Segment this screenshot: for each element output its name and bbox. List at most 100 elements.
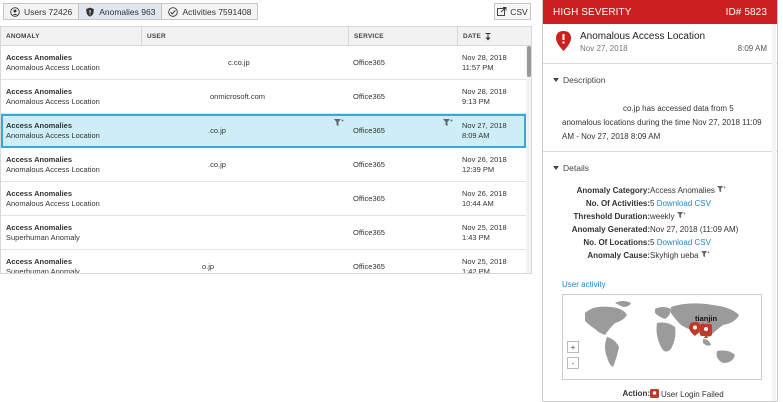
user-cell [141, 182, 348, 215]
description-toggle[interactable]: Description [553, 75, 606, 85]
user-cell: o.jp [141, 250, 348, 273]
date-cell: Nov 26, 2018 12:39 PM [457, 148, 526, 181]
details-toggle[interactable]: Details [553, 163, 589, 173]
user-value: onmicrosoft.com [210, 91, 266, 101]
date-value: Nov 28, 2018 [462, 52, 507, 62]
detail-field-key: Anomaly Generated: [571, 225, 650, 234]
tab-activities[interactable]: Activities 7591408 [161, 3, 259, 20]
date-value: Nov 26, 2018 [462, 154, 507, 164]
shield-icon [86, 7, 95, 17]
date-cell: Nov 27, 2018 8:09 AM [457, 116, 526, 146]
date-cell: Nov 28, 2018 9:13 PM [457, 80, 526, 113]
tab-anomalies-label: Anomalies 963 [99, 6, 156, 17]
detail-field-value: Skyhigh ueba [650, 251, 699, 260]
service-value: Office365 [353, 126, 385, 135]
service-cell: Office365 [348, 250, 457, 273]
anomaly-title: Anomalous Access Location [580, 31, 706, 42]
date-value: Nov 25, 2018 [462, 256, 507, 266]
activity-icon [168, 6, 179, 17]
time-value: 9:13 PM [462, 96, 490, 106]
anomaly-summary: Anomalous Access Location Nov 27, 2018 8… [543, 24, 777, 64]
anomalies-table: ANOMALY USER SERVICE DATE Access Anomali… [0, 26, 532, 274]
tab-activities-label: Activities 7591408 [182, 6, 252, 17]
user-cell [141, 216, 348, 249]
date-cell: Nov 25, 2018 1:43 PM [457, 216, 526, 249]
detail-field-key: Anomaly Category: [576, 186, 650, 195]
map-zoom-in-button[interactable]: + [567, 341, 579, 353]
user-cell: .co.jp [141, 148, 348, 181]
service-value: Office365 [353, 261, 385, 271]
time-value: 1:42 PM [462, 266, 490, 274]
anomaly-type: Access Anomalies [6, 222, 73, 232]
table-row[interactable]: Access Anomalies Anomalous Access Locatio… [1, 80, 526, 114]
column-header-user[interactable]: USER [141, 27, 348, 46]
anomaly-cell: Access Anomalies Superhuman Anomaly [1, 216, 141, 249]
csv-export-button[interactable]: CSV [494, 3, 531, 20]
date-cell: Nov 28, 2018 11:57 PM [457, 46, 526, 79]
table-header: ANOMALY USER SERVICE DATE [1, 27, 531, 46]
filter-icon[interactable] [700, 251, 710, 258]
table-row[interactable]: Access Anomalies Anomalous Access Locatio… [1, 114, 526, 148]
download-csv-link[interactable]: Download CSV [657, 199, 711, 208]
details-section: Details Anomaly Category: Access Anomalie… [543, 152, 777, 401]
download-csv-link[interactable]: Download CSV [657, 238, 711, 247]
user-activity-map[interactable]: + - tianjin [562, 294, 762, 380]
table-row[interactable]: Access Anomalies Superhuman Anomaly Office… [1, 216, 526, 250]
detail-field-value: Access Anomalies [650, 186, 715, 195]
column-header-anomaly[interactable]: ANOMALY [1, 27, 141, 46]
action-field: Action: User Login Failed [543, 389, 777, 401]
anomaly-subtype: Superhuman Anomaly [6, 232, 80, 242]
service-cell: Office365 [348, 182, 457, 215]
service-cell: Office365 [348, 116, 457, 146]
detail-field: Anomaly Cause: Skyhigh ueba [543, 251, 777, 264]
service-cell: Office365 [348, 148, 457, 181]
sort-desc-icon[interactable] [485, 32, 491, 41]
column-header-date[interactable]: DATE [457, 27, 526, 46]
user-cell: .co.jp [141, 116, 348, 146]
filter-icon[interactable] [717, 186, 726, 193]
table-row[interactable]: Access Anomalies Superhuman Anomaly o.jp Of… [1, 250, 526, 274]
panel-scrollbar[interactable] [772, 24, 776, 401]
alert-marker-icon [556, 31, 571, 51]
service-cell: Office365 [348, 46, 457, 79]
table-row[interactable]: Access Anomalies Anomalous Access Locatio… [1, 182, 526, 216]
detail-field-key: Anomaly Cause: [587, 251, 650, 260]
time-value: 10:44 AM [462, 198, 494, 208]
anomaly-type: Access Anomalies [6, 256, 73, 266]
date-value: Nov 26, 2018 [462, 188, 507, 198]
service-value: Office365 [353, 57, 385, 67]
tab-users[interactable]: Users 72426 [3, 3, 80, 20]
filter-icon[interactable] [676, 212, 686, 219]
description-line2: anomalous locations during the time Nov … [562, 118, 762, 127]
user-activity-link[interactable]: User activity [562, 280, 606, 289]
filter-icon[interactable] [334, 119, 344, 127]
csv-label: CSV [510, 6, 528, 17]
table-row[interactable]: Access Anomalies Anomalous Access Locatio… [1, 148, 526, 182]
description-section: Description co.jp has accessed data from… [543, 64, 777, 152]
anomaly-subtype: Anomalous Access Location [6, 164, 100, 174]
date-value: Nov 25, 2018 [462, 222, 507, 232]
filter-icon[interactable] [443, 119, 453, 127]
date-value: Nov 28, 2018 [462, 86, 507, 96]
table-row[interactable]: Access Anomalies Anomalous Access Locatio… [1, 46, 526, 80]
detail-field-key: No. Of Locations: [583, 238, 650, 247]
description-line1: co.jp has accessed data from 5 [623, 104, 734, 113]
anomaly-cell: Access Anomalies Superhuman Anomaly [1, 250, 141, 274]
service-cell: Office365 [348, 216, 457, 249]
action-key: Action: [622, 389, 650, 398]
table-scrollbar[interactable] [526, 46, 531, 273]
anomaly-subtype: Superhuman Anomaly [6, 266, 80, 274]
tab-anomalies[interactable]: Anomalies 963 [78, 3, 163, 20]
tab-bar: Users 72426 Anomalies 963 Activities 759… [3, 3, 259, 20]
time-value: 1:43 PM [462, 232, 490, 242]
column-header-service[interactable]: SERVICE [348, 27, 457, 46]
anomaly-cell: Access Anomalies Anomalous Access Locatio… [1, 116, 141, 146]
tab-users-label: Users 72426 [24, 6, 73, 17]
detail-field-value: 5 [650, 199, 655, 208]
map-zoom-out-button[interactable]: - [567, 357, 579, 369]
map-location-marker-icon[interactable] [700, 324, 712, 338]
chevron-down-icon [553, 78, 559, 82]
anomaly-id: ID# 5823 [725, 6, 767, 18]
table-scrollbar-thumb[interactable] [527, 46, 531, 77]
user-value: .co.jp [208, 159, 226, 169]
